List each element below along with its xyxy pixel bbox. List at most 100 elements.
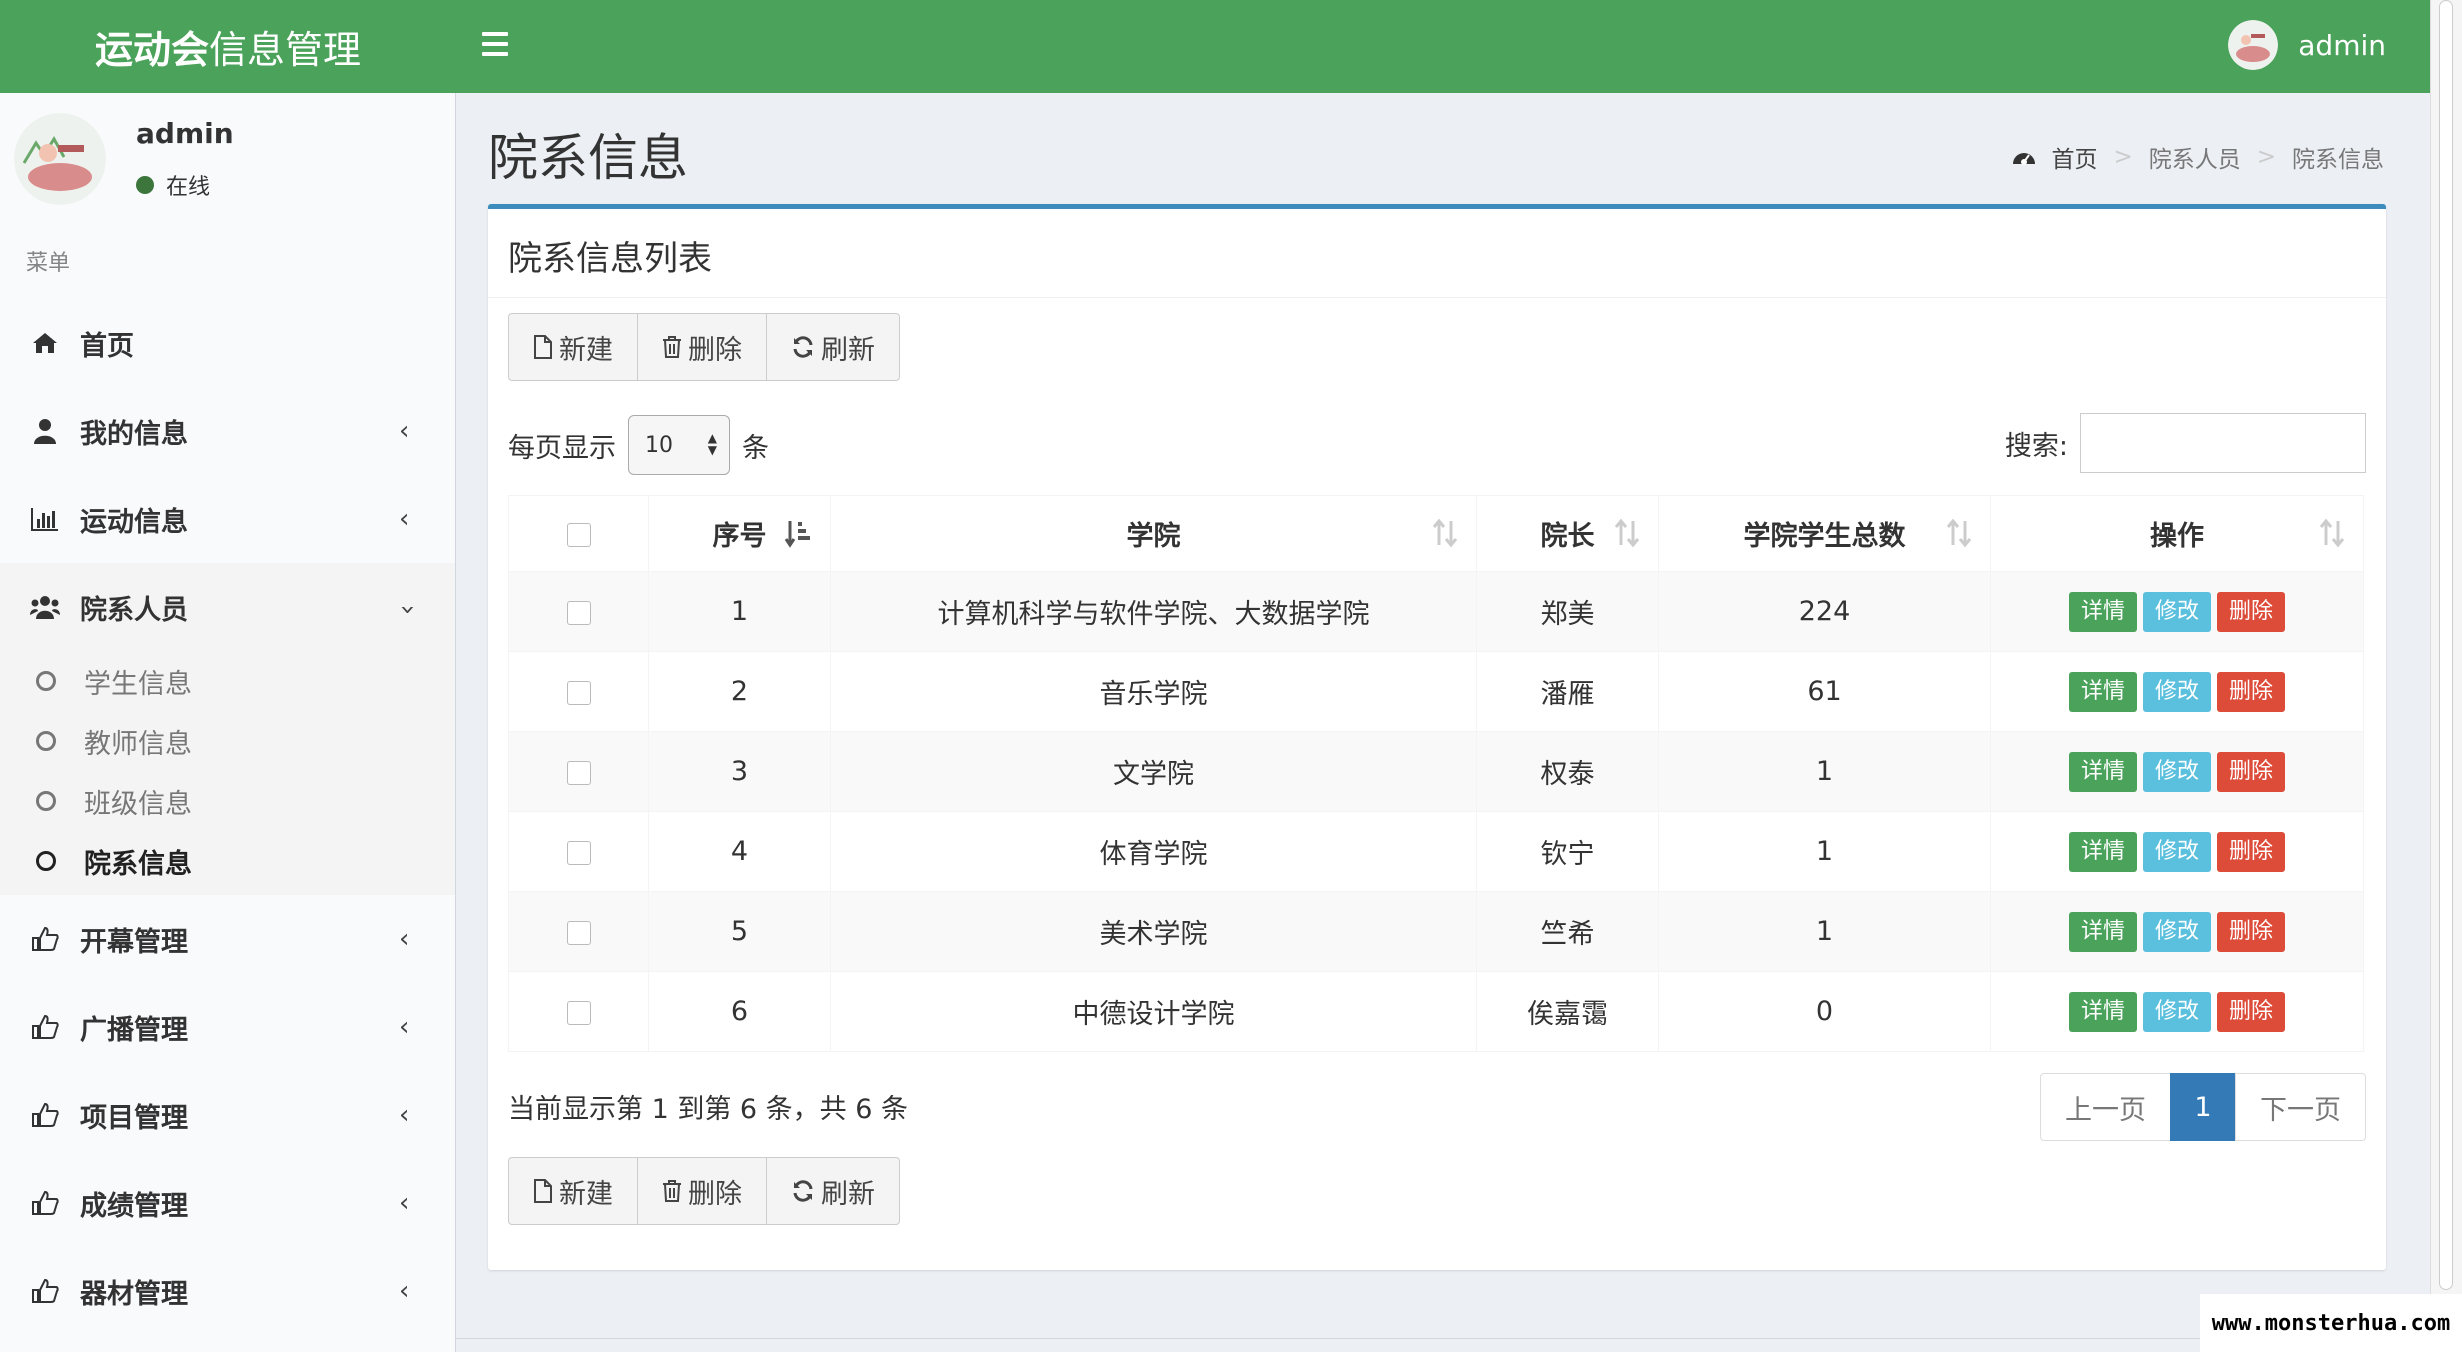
refresh-button[interactable]: 刷新 (767, 1158, 899, 1224)
refresh-icon (793, 336, 813, 358)
cell-college: 体育学院 (830, 811, 1477, 892)
detail-button[interactable]: 详情 (2068, 671, 2137, 712)
detail-button[interactable]: 详情 (2068, 911, 2137, 952)
search-label: 搜索: (2004, 430, 2068, 462)
search-input[interactable] (2080, 413, 2366, 473)
detail-button[interactable]: 详情 (2068, 831, 2137, 872)
department-table: 序号 学院 院长 学院学生总数 操作 1 计算机科学与软件学院、大数据学院 郑美… (508, 495, 2364, 1052)
row-checkbox[interactable] (566, 840, 591, 865)
page-1-button[interactable]: 1 (2170, 1073, 2236, 1141)
row-delete-button[interactable]: 删除 (2217, 911, 2286, 952)
column-header-dean[interactable]: 院长 (1476, 495, 1659, 572)
sidebar-item-scores[interactable]: 成绩管理 ‹ (0, 1159, 455, 1247)
chevron-left-icon: ‹ (399, 1276, 410, 1306)
edit-button[interactable]: 修改 (2142, 591, 2211, 632)
column-header-actions[interactable]: 操作 (1990, 495, 2364, 572)
sidebar-item-opening[interactable]: 开幕管理 ‹ (0, 895, 455, 983)
cell-no: 5 (648, 891, 831, 972)
box-divider (488, 297, 2386, 298)
sidebar-item-department-staff[interactable]: 院系人员 ‹ (0, 563, 455, 651)
sidebar-subitem-classes[interactable]: 班级信息 (0, 771, 455, 831)
new-button-label: 新建 (559, 334, 613, 366)
edit-button[interactable]: 修改 (2142, 671, 2211, 712)
file-icon (534, 1179, 552, 1203)
table-info: 当前显示第 1 到第 6 条，共 6 条 (508, 1094, 909, 1125)
new-button[interactable]: 新建 (509, 314, 638, 380)
sidebar-item-equipment[interactable]: 器材管理 ‹ (0, 1247, 455, 1335)
page-length-select[interactable]: 10 ▲ ▼ (628, 415, 730, 475)
row-delete-button[interactable]: 删除 (2217, 671, 2286, 712)
user-menu[interactable]: admin (2228, 20, 2386, 70)
breadcrumb-separator: > (2256, 144, 2276, 170)
table-row: 4 体育学院 钦宁 1 详情 修改 删除 (508, 811, 2364, 892)
breadcrumb-separator: > (2113, 144, 2133, 170)
sidebar-item-label: 运动信息 (80, 506, 188, 538)
table-row: 3 文学院 权泰 1 详情 修改 删除 (508, 731, 2364, 812)
row-checkbox[interactable] (566, 1000, 591, 1025)
row-checkbox[interactable] (566, 680, 591, 705)
row-checkbox[interactable] (566, 600, 591, 625)
refresh-button[interactable]: 刷新 (767, 314, 899, 380)
sidebar-item-home[interactable]: 首页 (0, 299, 455, 387)
detail-button[interactable]: 详情 (2068, 991, 2137, 1032)
trash-icon (663, 336, 681, 358)
top-navbar: 运动会 信息管理 admin (0, 0, 2430, 93)
page-length-control: 每页显示 10 ▲ ▼ 条 (508, 415, 769, 475)
select-all-checkbox[interactable] (566, 522, 591, 547)
breadcrumb-home[interactable]: 首页 (2051, 140, 2097, 174)
refresh-button-label: 刷新 (821, 1178, 875, 1210)
cell-no: 3 (648, 731, 831, 812)
next-page-button[interactable]: 下一页 (2235, 1073, 2366, 1141)
breadcrumb-department-staff[interactable]: 院系人员 (2149, 140, 2241, 174)
delete-button[interactable]: 删除 (638, 1158, 767, 1224)
cell-no: 2 (648, 651, 831, 732)
edit-button[interactable]: 修改 (2142, 831, 2211, 872)
thumbs-up-icon (30, 1188, 60, 1218)
sidebar-subitem-departments[interactable]: 院系信息 (0, 831, 455, 891)
cell-actions: 详情 修改 删除 (1990, 571, 2364, 652)
detail-button[interactable]: 详情 (2068, 751, 2137, 792)
sidebar-subitem-students[interactable]: 学生信息 (0, 651, 455, 711)
column-header-label: 院长 (1540, 521, 1595, 552)
sidebar-item-label: 广播管理 (80, 1014, 188, 1046)
column-header-no[interactable]: 序号 (648, 495, 831, 572)
sidebar-item-label: 器材管理 (80, 1278, 188, 1310)
sidebar-item-my-info[interactable]: 我的信息 ‹ (0, 387, 455, 475)
sidebar-item-events[interactable]: 项目管理 ‹ (0, 1071, 455, 1159)
sidebar-item-broadcast[interactable]: 广播管理 ‹ (0, 983, 455, 1071)
row-delete-button[interactable]: 删除 (2217, 831, 2286, 872)
edit-button[interactable]: 修改 (2142, 911, 2211, 952)
row-checkbox[interactable] (566, 920, 591, 945)
app-logo[interactable]: 运动会 信息管理 (0, 0, 456, 93)
sidebar-toggle-icon[interactable] (482, 26, 518, 66)
page-scrollbar[interactable] (2430, 0, 2462, 1352)
subitem-label: 教师信息 (84, 728, 192, 760)
select-all-header (508, 495, 649, 572)
sidebar-menu: 首页 我的信息 ‹ 运动信息 ‹ 院系人员 ‹ 学生信息 教师信息 班级信息 院… (0, 299, 455, 1335)
detail-button[interactable]: 详情 (2068, 591, 2137, 632)
row-delete-button[interactable]: 删除 (2217, 991, 2286, 1032)
cell-college: 美术学院 (830, 891, 1477, 972)
sidebar-subitem-teachers[interactable]: 教师信息 (0, 711, 455, 771)
new-button[interactable]: 新建 (509, 1158, 638, 1224)
page-title: 院系信息 (488, 129, 688, 187)
dashboard-icon (2013, 153, 2036, 165)
edit-button[interactable]: 修改 (2142, 991, 2211, 1032)
submenu-wrapper: 学生信息 教师信息 班级信息 院系信息 (0, 651, 455, 895)
column-header-total[interactable]: 学院学生总数 (1658, 495, 1991, 572)
column-header-college[interactable]: 学院 (830, 495, 1477, 572)
column-header-label: 操作 (2150, 521, 2204, 552)
row-delete-button[interactable]: 删除 (2217, 591, 2286, 632)
sidebar-item-label: 首页 (80, 330, 134, 362)
sidebar-item-sports-info[interactable]: 运动信息 ‹ (0, 475, 455, 563)
row-checkbox[interactable] (566, 760, 591, 785)
row-delete-button[interactable]: 删除 (2217, 751, 2286, 792)
thumbs-up-icon (30, 1276, 60, 1306)
sort-both-icon (1946, 518, 1972, 548)
edit-button[interactable]: 修改 (2142, 751, 2211, 792)
prev-page-button[interactable]: 上一页 (2040, 1073, 2171, 1141)
column-header-label: 学院学生总数 (1743, 521, 1906, 552)
refresh-button-label: 刷新 (821, 334, 875, 366)
delete-button[interactable]: 删除 (638, 314, 767, 380)
sidebar-item-label: 我的信息 (80, 418, 188, 450)
